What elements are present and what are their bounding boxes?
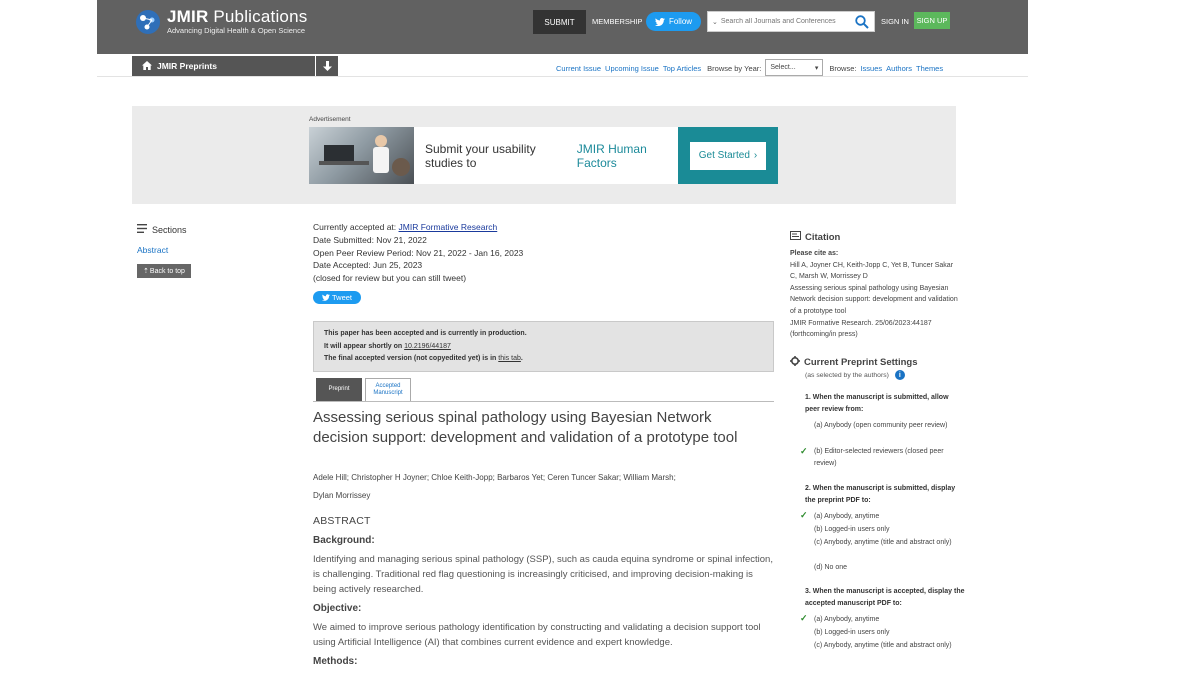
setting-q3-opt-c: (c) Anybody, anytime (title and abstract…: [814, 642, 952, 649]
settings-subtitle: (as selected by the authors) i: [805, 370, 905, 380]
browse-themes-link[interactable]: Themes: [916, 64, 943, 73]
jmir-preprints-menu[interactable]: JMIR Preprints: [132, 56, 315, 76]
ad-banner[interactable]: Submit your usability studies to JMIR Hum…: [309, 127, 778, 184]
background-text: Identifying and managing serious spinal …: [313, 554, 773, 595]
nav-divider: [97, 76, 1028, 77]
setting-q2-opt-a: (a) Anybody, anytime: [814, 513, 880, 520]
tab-preprint[interactable]: Preprint: [316, 378, 362, 401]
journal-link[interactable]: JMIR Formative Research: [399, 222, 498, 232]
twitter-bird-icon: [654, 17, 665, 26]
submission-meta: Currently accepted at: JMIR Formative Re…: [313, 221, 523, 285]
citation-icon: [790, 231, 801, 243]
chevron-right-icon: ›: [753, 150, 758, 161]
ad-photo: [309, 127, 414, 184]
date-accepted: Date Accepted: Jun 25, 2023: [313, 260, 423, 271]
get-started-button[interactable]: Get Started ›: [690, 141, 766, 170]
tab-divider: [313, 401, 774, 402]
twitter-follow-button[interactable]: Follow: [646, 12, 701, 31]
citation-body: Please cite as: Hill A, Joyner CH, Keith…: [790, 250, 958, 339]
doi-link[interactable]: 10.2196/44187: [404, 343, 451, 350]
logo-tagline: Advancing Digital Health & Open Science: [167, 26, 305, 35]
setting-q3-opt-a: (a) Anybody, anytime: [814, 616, 880, 623]
setting-q2-opt-d: (d) No one: [814, 564, 848, 571]
setting-q3-opt-b: (b) Logged-in users only: [814, 629, 890, 636]
setting-q1-opt-b: (b) Editor-selected reviewers (closed pe…: [814, 448, 944, 467]
check-icon: ✓: [800, 446, 808, 456]
ad-label: Advertisement: [309, 116, 351, 123]
check-icon: ✓: [800, 510, 808, 520]
tweet-button[interactable]: Tweet: [313, 291, 361, 304]
year-select-value: Select...: [770, 64, 796, 71]
current-issue-link[interactable]: Current Issue: [556, 64, 601, 73]
article-title: Assessing serious spinal pathology using…: [313, 409, 738, 446]
check-icon: ✓: [800, 613, 808, 623]
citation-heading: Citation: [790, 231, 840, 243]
home-icon: [142, 60, 152, 72]
twitter-bird-icon: [321, 294, 330, 301]
review-period: Open Peer Review Period: Nov 21, 2022 - …: [313, 247, 524, 258]
setting-q2: 2. When the manuscript is submitted, dis…: [805, 485, 956, 504]
sign-up-button[interactable]: SIGN UP: [914, 12, 950, 29]
production-notice: This paper has been accepted and is curr…: [313, 321, 774, 372]
preprint-settings-heading: Current Preprint Settings: [790, 356, 918, 369]
setting-q2-opt-c: (c) Anybody, anytime (title and abstract…: [814, 539, 952, 546]
membership-link[interactable]: MEMBERSHIP: [592, 17, 642, 26]
sign-in-link[interactable]: SIGN IN: [881, 17, 909, 26]
advertisement: Advertisement Submit your usability stud…: [132, 106, 956, 204]
follow-label: Follow: [668, 17, 693, 26]
ad-cta-area: Get Started ›: [678, 127, 778, 184]
accepted-at: Currently accepted at: JMIR Formative Re…: [313, 222, 498, 232]
chevron-down-icon[interactable]: ⌄: [712, 18, 718, 26]
search-box[interactable]: ⌄: [707, 11, 875, 32]
arrow-up-icon: ⇡: [143, 268, 149, 275]
date-submitted: Date Submitted: Nov 21, 2022: [313, 234, 427, 245]
abstract-section-link[interactable]: Abstract: [137, 245, 168, 255]
site-header: JMIR Publications Advancing Digital Heal…: [97, 0, 1028, 54]
arrow-down-icon[interactable]: [316, 56, 338, 76]
closed-note: (closed for review but you can still twe…: [313, 273, 467, 284]
info-icon[interactable]: i: [894, 370, 905, 380]
sections-heading: Sections: [137, 224, 187, 235]
top-articles-link[interactable]: Top Articles: [663, 64, 701, 73]
logo-title: JMIR Publications: [167, 7, 308, 26]
browse-label: Browse:: [829, 63, 857, 73]
setting-q1: 1. When the manuscript is submitted, all…: [805, 394, 949, 413]
ad-text: Submit your usability studies to JMIR Hum…: [425, 141, 647, 170]
search-icon[interactable]: [855, 15, 869, 29]
browse-year-label: Browse by Year:: [707, 63, 762, 73]
setting-q2-opt-b: (b) Logged-in users only: [814, 526, 890, 533]
objective-heading: Objective:: [313, 603, 362, 614]
search-input[interactable]: [720, 18, 847, 25]
chevron-down-icon: ▾: [814, 64, 819, 72]
objective-text: We aimed to improve serious pathology id…: [313, 622, 761, 648]
list-icon: [137, 224, 147, 235]
menu-title: JMIR Preprints: [157, 61, 217, 71]
nav-links: Current Issue Upcoming Issue Top Article…: [556, 59, 943, 76]
back-to-top-button[interactable]: ⇡ Back to top: [137, 264, 191, 278]
this-tab-link[interactable]: this tab: [498, 355, 521, 362]
jmir-logo-icon: [135, 9, 161, 35]
jmir-logo[interactable]: JMIR Publications Advancing Digital Heal…: [135, 8, 307, 35]
submit-button[interactable]: SUBMIT: [533, 10, 586, 34]
abstract-heading: ABSTRACT: [313, 515, 371, 527]
setting-q1-opt-a: (a) Anybody (open community peer review): [814, 422, 948, 429]
tab-accepted-manuscript[interactable]: Accepted Manuscript: [365, 378, 411, 401]
methods-heading: Methods:: [313, 656, 358, 667]
manuscript-tabs: Preprint Accepted Manuscript: [316, 378, 411, 401]
browse-authors-link[interactable]: Authors: [886, 64, 912, 73]
setting-q3: 3. When the manuscript is accepted, disp…: [805, 588, 965, 607]
gear-icon: [790, 356, 800, 369]
year-select[interactable]: Select... ▾: [765, 59, 824, 76]
background-heading: Background:: [313, 535, 375, 546]
browse-issues-link[interactable]: Issues: [860, 64, 882, 73]
upcoming-issue-link[interactable]: Upcoming Issue: [605, 64, 659, 73]
article-authors: Adele Hill; Christopher H Joyner; Chloe …: [313, 473, 676, 500]
